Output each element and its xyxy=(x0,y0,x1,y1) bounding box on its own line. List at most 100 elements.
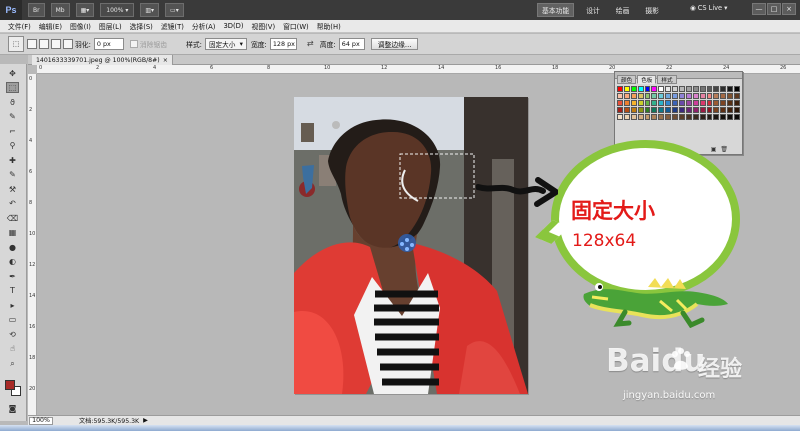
swatch-color-51[interactable] xyxy=(720,100,727,106)
swatch-color-5[interactable] xyxy=(651,86,658,92)
brush-tool-icon[interactable]: ✎ xyxy=(6,169,19,180)
swatch-color-11[interactable] xyxy=(692,86,699,92)
swatch-color-24[interactable] xyxy=(658,93,665,99)
swatch-color-53[interactable] xyxy=(734,100,740,106)
swatch-color-50[interactable] xyxy=(713,100,720,106)
swatch-color-13[interactable] xyxy=(706,86,713,92)
swatch-color-61[interactable] xyxy=(665,107,672,113)
menu-filter[interactable]: 滤镜(T) xyxy=(161,21,184,31)
swatch-color-46[interactable] xyxy=(685,100,692,106)
feather-input[interactable]: 0 px xyxy=(93,38,124,50)
spot-healing-tool-icon[interactable]: ✚ xyxy=(6,155,19,166)
minimize-button[interactable]: — xyxy=(752,3,766,15)
swatches-tab[interactable]: 色板 xyxy=(637,75,657,84)
swatch-color-20[interactable] xyxy=(630,93,637,99)
swatch-color-6[interactable] xyxy=(658,86,665,92)
move-tool-icon[interactable]: ✥ xyxy=(6,68,19,79)
status-zoom-field[interactable]: 100% xyxy=(29,416,53,425)
new-selection-icon[interactable] xyxy=(27,39,37,49)
menu-file[interactable]: 文件(F) xyxy=(8,21,31,31)
screen-mode-button[interactable]: ▭▾ xyxy=(165,3,184,17)
quick-selection-tool-icon[interactable]: ✎ xyxy=(6,111,19,122)
swatch-color-38[interactable] xyxy=(630,100,637,106)
swatch-color-42[interactable] xyxy=(658,100,665,106)
swatch-color-12[interactable] xyxy=(699,86,706,92)
swatch-color-66[interactable] xyxy=(699,107,706,113)
swatch-color-81[interactable] xyxy=(678,114,685,120)
swatch-color-67[interactable] xyxy=(706,107,713,113)
swatch-color-58[interactable] xyxy=(644,107,651,113)
type-tool-icon[interactable]: T xyxy=(6,285,19,296)
menu-edit[interactable]: 编辑(E) xyxy=(39,21,62,31)
swatch-color-60[interactable] xyxy=(658,107,665,113)
workspace-basic-tab[interactable]: 基本功能 xyxy=(537,3,575,17)
swatch-color-85[interactable] xyxy=(706,114,713,120)
swatch-color-59[interactable] xyxy=(651,107,658,113)
workspace-painting-tab[interactable]: 绘画 xyxy=(612,3,634,17)
swatch-color-19[interactable] xyxy=(623,93,630,99)
swatch-color-79[interactable] xyxy=(665,114,672,120)
extras-dropdown[interactable]: ▦▾ xyxy=(75,3,95,17)
swatch-color-57[interactable] xyxy=(637,107,644,113)
refine-edge-button[interactable]: 调整边缘... xyxy=(370,38,419,50)
menu-select[interactable]: 选择(S) xyxy=(130,21,153,31)
swatch-color-31[interactable] xyxy=(706,93,713,99)
menu-image[interactable]: 图像(I) xyxy=(70,21,91,31)
status-arrow-icon[interactable]: ▶ xyxy=(143,417,148,424)
document-tab[interactable]: 1401633339701.jpeg @ 100%(RGB/8#) × xyxy=(32,55,173,65)
swatch-color-7[interactable] xyxy=(665,86,672,92)
swatch-color-78[interactable] xyxy=(658,114,665,120)
swatch-color-39[interactable] xyxy=(637,100,644,106)
swatch-color-41[interactable] xyxy=(651,100,658,106)
swatch-color-45[interactable] xyxy=(678,100,685,106)
workspace-photography-tab[interactable]: 摄影 xyxy=(641,3,663,17)
width-input[interactable]: 128 px xyxy=(269,38,297,50)
swatch-color-16[interactable] xyxy=(727,86,734,92)
swatch-color-4[interactable] xyxy=(644,86,651,92)
swatch-color-40[interactable] xyxy=(644,100,651,106)
mini-bridge-button[interactable]: Mb xyxy=(50,3,70,17)
maximize-button[interactable]: □ xyxy=(767,3,781,15)
swatch-color-8[interactable] xyxy=(672,86,678,92)
eraser-tool-icon[interactable]: ⌫ xyxy=(6,213,19,224)
crop-tool-icon[interactable]: ⌐ xyxy=(6,126,19,137)
swatch-color-22[interactable] xyxy=(644,93,651,99)
add-selection-icon[interactable] xyxy=(39,39,49,49)
swatch-color-43[interactable] xyxy=(665,100,672,106)
swatch-color-69[interactable] xyxy=(720,107,727,113)
blur-tool-icon[interactable]: ● xyxy=(6,242,19,253)
style-dropdown[interactable]: 固定大小 ▾ xyxy=(204,38,247,50)
menu-analysis[interactable]: 分析(A) xyxy=(192,21,216,31)
swatch-color-37[interactable] xyxy=(623,100,630,106)
shape-tool-icon[interactable]: ▭ xyxy=(6,314,19,325)
swatch-color-30[interactable] xyxy=(699,93,706,99)
swatch-color-32[interactable] xyxy=(713,93,720,99)
swatch-color-68[interactable] xyxy=(713,107,720,113)
menu-layer[interactable]: 图层(L) xyxy=(99,21,122,31)
delete-swatch-icon[interactable]: 🗑 xyxy=(720,146,728,153)
foreground-color-swatch[interactable] xyxy=(5,380,15,390)
swatch-color-63[interactable] xyxy=(678,107,685,113)
close-document-icon[interactable]: × xyxy=(163,57,168,64)
swatch-color-49[interactable] xyxy=(706,100,713,106)
swatch-color-88[interactable] xyxy=(727,114,734,120)
clone-stamp-tool-icon[interactable]: ⚒ xyxy=(6,184,19,195)
new-swatch-icon[interactable]: ▣ xyxy=(711,146,717,153)
path-selection-tool-icon[interactable]: ▸ xyxy=(6,300,19,311)
quick-mask-icon[interactable]: ◙ xyxy=(6,403,19,414)
intersect-selection-icon[interactable] xyxy=(63,39,73,49)
swatch-color-48[interactable] xyxy=(699,100,706,106)
swatch-color-82[interactable] xyxy=(685,114,692,120)
swatch-color-74[interactable] xyxy=(630,114,637,120)
color-tab[interactable]: 颜色 xyxy=(617,75,637,84)
swatch-color-86[interactable] xyxy=(713,114,720,120)
swatch-color-34[interactable] xyxy=(727,93,734,99)
swatch-color-56[interactable] xyxy=(630,107,637,113)
swatch-color-33[interactable] xyxy=(720,93,727,99)
swatch-color-84[interactable] xyxy=(699,114,706,120)
swatch-color-28[interactable] xyxy=(685,93,692,99)
swatch-color-27[interactable] xyxy=(678,93,685,99)
swatch-color-72[interactable] xyxy=(617,114,623,120)
swatch-color-80[interactable] xyxy=(672,114,678,120)
cs-live-button[interactable]: ◉ CS Live ▾ xyxy=(690,4,727,12)
